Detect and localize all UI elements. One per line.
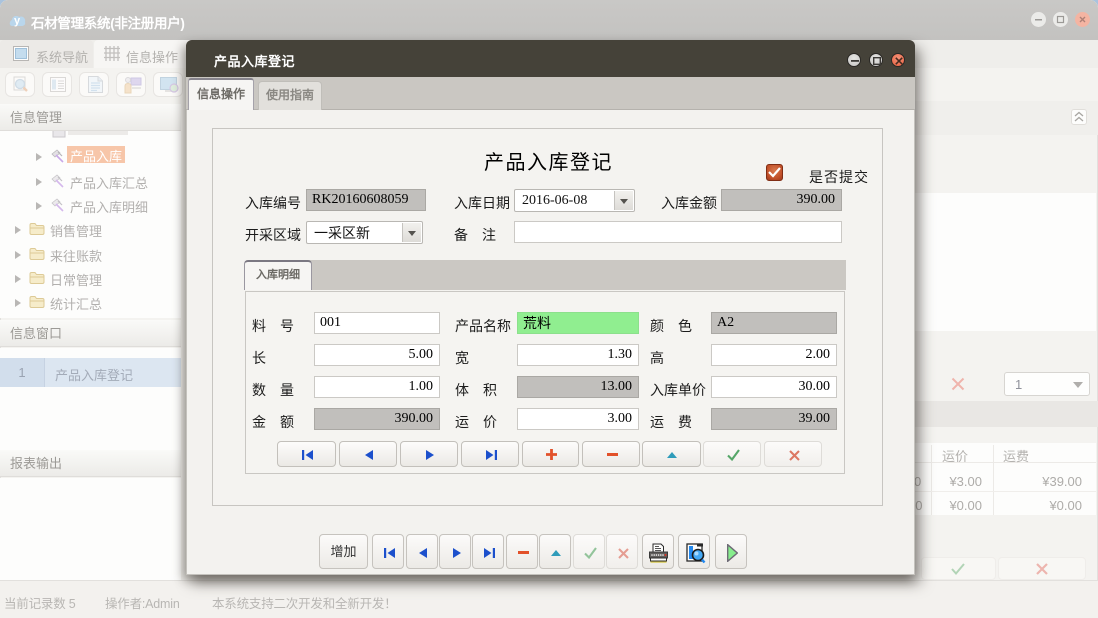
svg-text:y: y (14, 15, 21, 27)
